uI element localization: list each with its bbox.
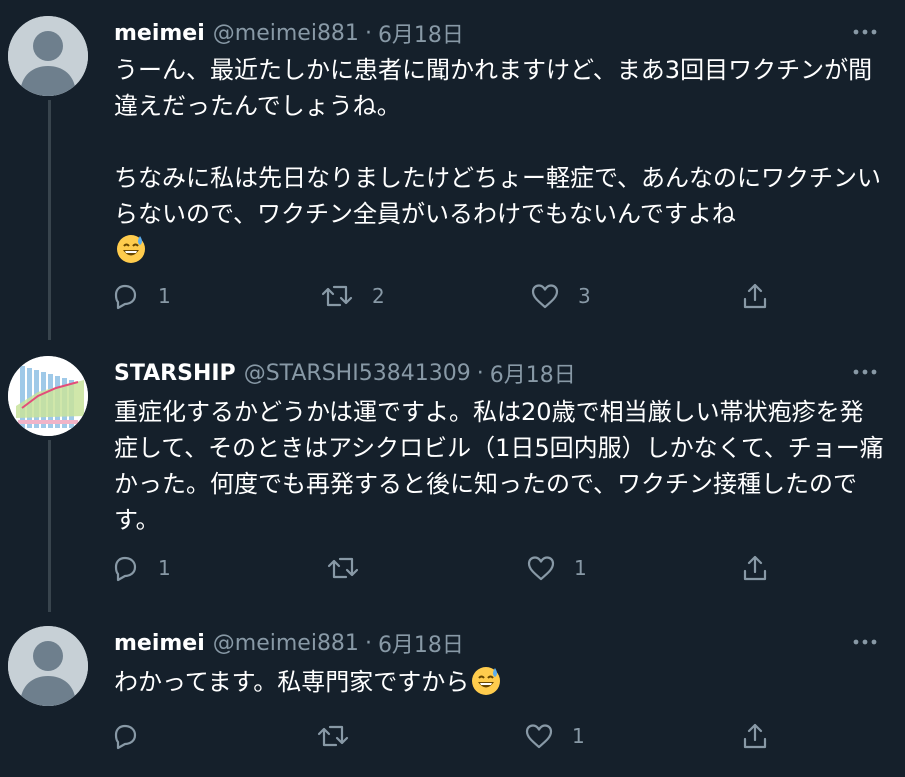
like-count: 1 [574, 556, 587, 580]
reply-button[interactable]: 1 [110, 548, 171, 588]
user-handle[interactable]: @meimei881 [213, 21, 359, 46]
reply-count: 1 [158, 284, 171, 308]
tweet-text: うーん、最近たしかに患者に聞かれますけど、まあ3回目ワクチンが間違えだったんでし… [114, 52, 884, 268]
more-icon [853, 369, 877, 375]
tweet-text-content: わかってます。私専門家ですから [114, 668, 470, 696]
tweet-header: meimei @meimei881 · 6月18日 [114, 16, 464, 50]
tweet-actions: 1 2 3 [110, 276, 790, 316]
display-name[interactable]: meimei [114, 631, 205, 656]
heart-icon [531, 284, 559, 309]
user-handle[interactable]: @meimei881 [213, 631, 359, 656]
reply-icon [114, 284, 137, 310]
reply-icon [114, 724, 137, 750]
share-icon [743, 555, 767, 581]
tweet-header: STARSHIP @STARSHI53841309 · 6月18日 [114, 356, 576, 390]
more-icon [853, 639, 877, 645]
display-name[interactable]: meimei [114, 21, 205, 46]
tweet-actions: 1 1 [110, 548, 790, 588]
user-handle[interactable]: @STARSHI53841309 [244, 361, 471, 386]
tweet-text: わかってます。私専門家ですから [114, 664, 884, 700]
like-button[interactable]: 1 [526, 548, 587, 588]
retweet-icon [317, 725, 349, 747]
avatar[interactable] [8, 16, 88, 96]
avatar[interactable] [8, 626, 88, 706]
share-button[interactable] [740, 548, 770, 588]
tweet-actions: 1 [110, 716, 790, 756]
tweet[interactable]: meimei @meimei881 · 6月18日 わかってます。私専門家ですか… [0, 626, 905, 777]
retweet-icon [321, 285, 353, 307]
retweet-button[interactable]: 2 [320, 276, 385, 316]
default-avatar-icon [8, 16, 88, 96]
share-button[interactable] [740, 276, 770, 316]
more-options-button[interactable] [847, 358, 883, 386]
more-icon [853, 29, 877, 35]
tweet-header: meimei @meimei881 · 6月18日 [114, 626, 464, 660]
retweet-button[interactable] [316, 716, 368, 756]
separator: · [364, 20, 372, 46]
grinning-sweat-emoji-icon [116, 234, 146, 264]
share-icon [743, 723, 767, 749]
like-count: 1 [572, 724, 585, 748]
display-name[interactable]: STARSHIP [114, 361, 236, 386]
more-options-button[interactable] [847, 18, 883, 46]
like-button[interactable]: 1 [524, 716, 585, 756]
tweet-text-content: うーん、最近たしかに患者に聞かれますけど、まあ3回目ワクチンが間違えだったんでし… [114, 56, 882, 228]
tweet-text: 重症化するかどうかは運ですよ。私は20歳で相当厳しい帯状疱疹を発症して、そのとき… [114, 394, 884, 538]
chart-avatar-icon [8, 356, 88, 436]
separator: · [364, 630, 372, 656]
retweet-button[interactable] [326, 548, 378, 588]
share-button[interactable] [740, 716, 770, 756]
default-avatar-icon [8, 626, 88, 706]
separator: · [476, 360, 484, 386]
like-count: 3 [578, 284, 591, 308]
grinning-sweat-emoji-icon [471, 666, 501, 696]
like-button[interactable]: 3 [530, 276, 591, 316]
avatar[interactable] [8, 356, 88, 436]
reply-icon [114, 556, 137, 582]
heart-icon [527, 556, 555, 581]
share-icon [743, 283, 767, 309]
tweet-text-content: 重症化するかどうかは運ですよ。私は20歳で相当厳しい帯状疱疹を発症して、そのとき… [114, 398, 884, 534]
timestamp[interactable]: 6月18日 [490, 357, 576, 389]
timestamp[interactable]: 6月18日 [378, 627, 464, 659]
timestamp[interactable]: 6月18日 [378, 17, 464, 49]
retweet-count: 2 [372, 284, 385, 308]
reply-button[interactable]: 1 [110, 276, 171, 316]
reply-button[interactable] [110, 716, 158, 756]
heart-icon [525, 724, 553, 749]
tweet[interactable]: STARSHIP @STARSHI53841309 · 6月18日 重症化するか… [0, 356, 905, 596]
retweet-icon [327, 557, 359, 579]
tweet[interactable]: meimei @meimei881 · 6月18日 うーん、最近たしかに患者に聞… [0, 16, 905, 326]
more-options-button[interactable] [847, 628, 883, 656]
reply-count: 1 [158, 556, 171, 580]
